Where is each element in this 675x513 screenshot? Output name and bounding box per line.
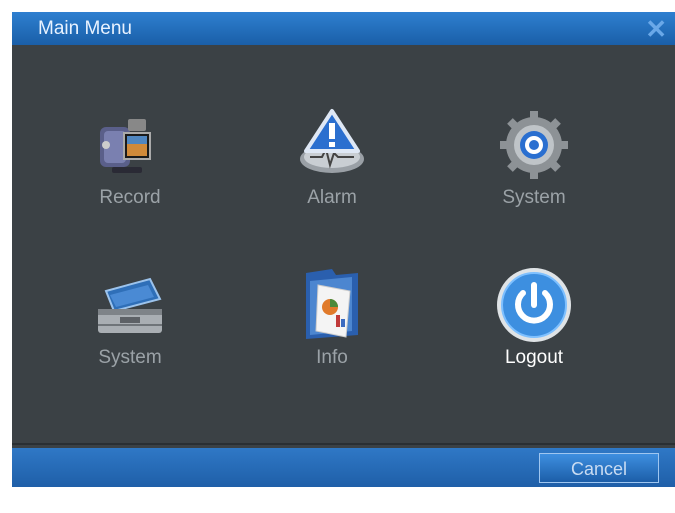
menu-item-alarm[interactable]: Alarm [262,105,402,209]
menu-label-record: Record [99,187,161,208]
menu-item-system-tools[interactable]: System [60,265,200,369]
camcorder-icon [100,119,151,173]
title-bar: Main Menu ✕ [12,12,675,45]
window-title: Main Menu [38,18,132,39]
menu-item-info[interactable]: Info [262,265,402,369]
menu-grid: Record Alarm System System Info Logout [12,45,675,445]
power-icon [497,268,571,342]
footer-bar: Cancel [12,448,675,487]
folder-info-icon [306,269,358,339]
menu-label-system-settings: System [502,187,566,208]
menu-item-logout[interactable]: Logout [464,265,604,369]
close-icon[interactable]: ✕ [645,14,667,45]
menu-item-record[interactable]: Record [60,105,200,209]
menu-item-system-settings[interactable]: System [464,105,604,209]
cancel-button[interactable]: Cancel [539,453,659,483]
gear-icon [500,111,568,179]
menu-label-info: Info [316,347,348,368]
menu-label-system-tools: System [98,347,162,368]
menu-label-logout: Logout [504,347,564,368]
alarm-warning-icon [300,109,364,173]
main-menu-window: Main Menu ✕ Record Alarm System System I… [12,12,675,487]
toolbox-icon [98,277,162,333]
menu-label-alarm: Alarm [307,187,357,208]
